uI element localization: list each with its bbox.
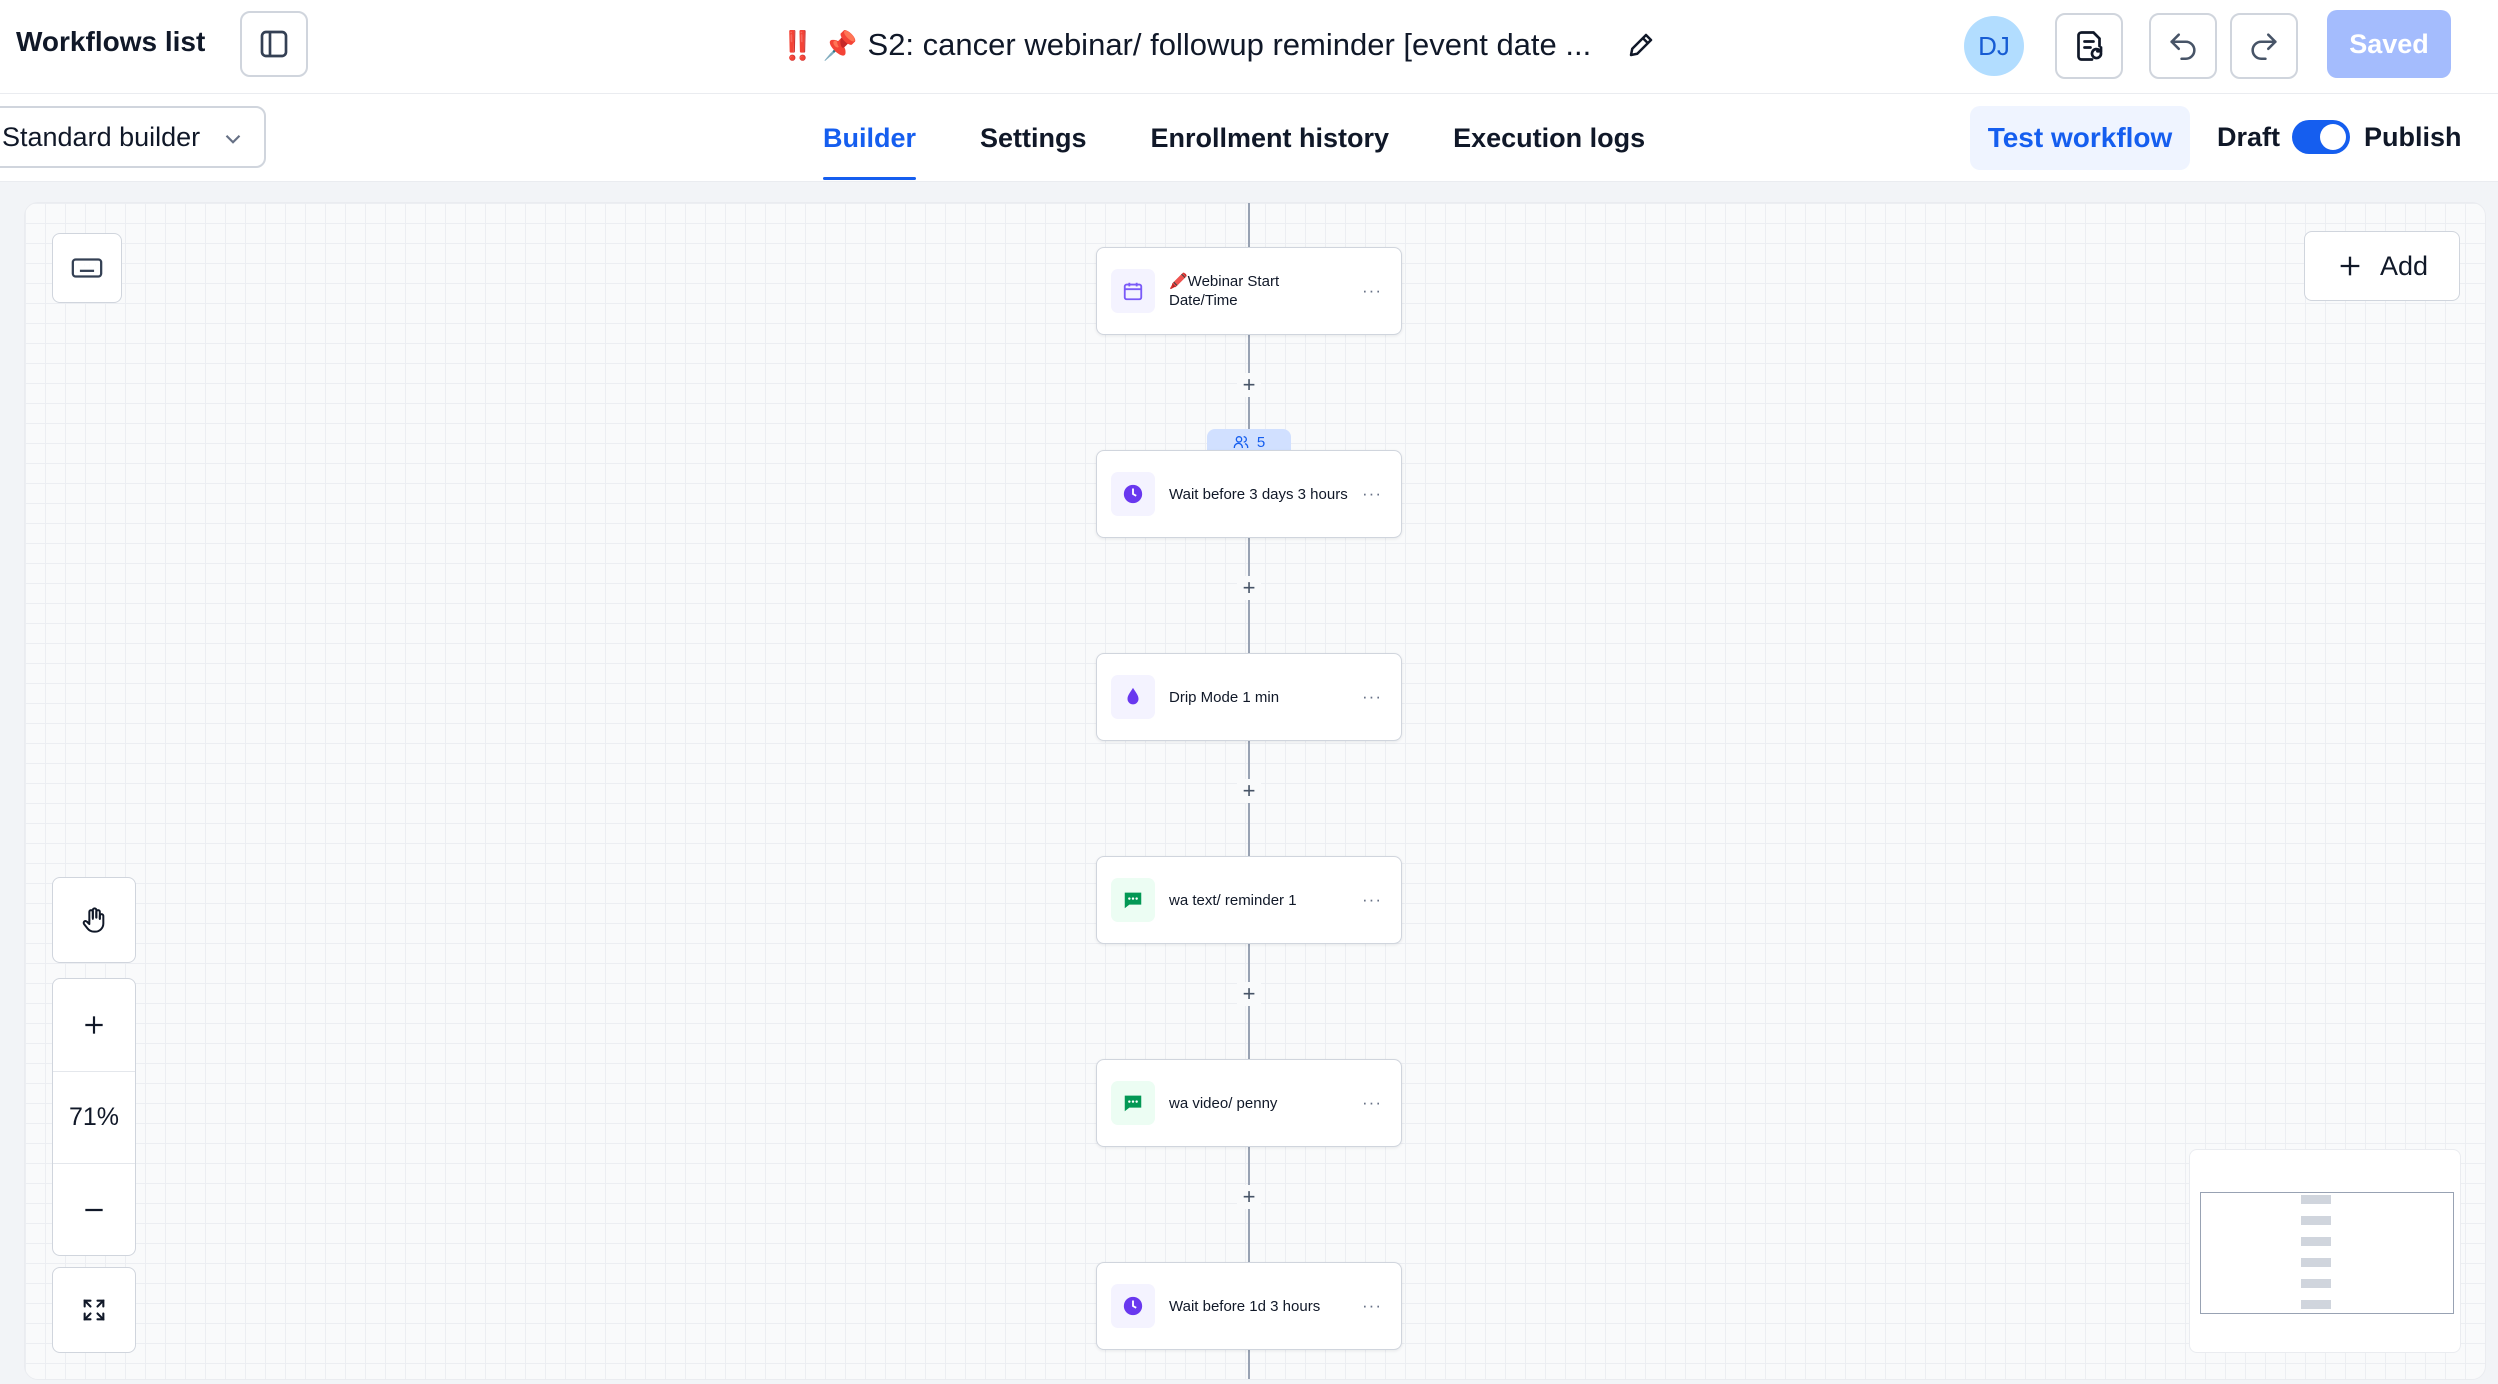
wait-node-3-days[interactable]: Wait before 3 days 3 hours ··· [1096,450,1402,538]
workflow-title-area: ‼️ 📌 S2: cancer webinar/ followup remind… [780,22,1661,68]
keyboard-shortcuts-button[interactable] [52,233,122,303]
whatsapp-video-node[interactable]: wa video/ penny ··· [1096,1059,1402,1147]
add-step-plus-2[interactable]: + [1237,575,1261,600]
node-icon-wrap [1111,269,1155,313]
minimap-node [2301,1237,2331,1246]
node-label: Wait before 3 days 3 hours [1169,485,1348,503]
test-workflow-button[interactable]: Test workflow [1970,106,2190,170]
main-tabs: Builder Settings Enrollment history Exec… [823,94,1709,182]
zoom-out-button[interactable] [53,1163,135,1255]
users-icon [1233,436,1249,448]
node-more-menu[interactable]: ··· [1357,1093,1387,1113]
pan-tool-group [52,877,136,963]
enrollment-count: 5 [1256,433,1266,451]
undo-icon [2170,33,2196,61]
chevron-down-icon [225,134,241,144]
node-label: Wait before 1d 3 hours [1169,1297,1321,1315]
redo-icon [2251,33,2277,61]
node-label: Drip Mode 1 min [1169,688,1280,706]
keyboard-icon [71,258,103,278]
expand-icon [83,1299,105,1321]
workflows-list-link[interactable]: Workflows list [16,26,205,58]
node-more-menu[interactable]: ··· [1357,687,1387,707]
node-more-menu[interactable]: ··· [1357,1296,1387,1316]
version-history-button[interactable] [2055,13,2123,79]
sidebar-panel-icon [260,30,288,58]
builder-type-value: Standard builder [2,121,201,152]
tab-settings[interactable]: Settings [980,94,1087,182]
add-step-plus-4[interactable]: + [1237,981,1261,1006]
zoom-controls: 71% [52,978,136,1256]
title-emoji-icons: ‼️ 📌 [780,29,858,61]
user-avatar[interactable]: DJ [1964,16,2024,76]
wait-node-1-day[interactable]: Wait before 1d 3 hours ··· [1096,1262,1402,1350]
minimap-node [2301,1258,2331,1267]
publish-label: Publish [2364,122,2462,152]
node-label: 🖍️Webinar Start Date/Time [1169,273,1280,309]
pan-button[interactable] [53,878,135,962]
minimap-node [2301,1216,2331,1225]
plus-icon [85,1016,103,1034]
fit-view-button[interactable] [53,1268,135,1352]
minimap-node [2301,1300,2331,1309]
fit-view-group [52,1267,136,1353]
node-icon-wrap [1111,472,1155,516]
sub-toolbar: Standard builder Builder Settings Enroll… [0,94,2498,182]
chat-icon [1124,892,1142,909]
minimap[interactable] [2189,1149,2461,1353]
add-step-plus-3[interactable]: + [1237,778,1261,803]
plus-icon [2340,256,2360,276]
node-more-menu[interactable]: ··· [1357,281,1387,301]
top-bar: Workflows list ‼️ 📌 S2: cancer webinar/ … [0,0,2498,94]
sidebar-toggle-button[interactable] [240,11,308,77]
zoom-level: 71% [53,1071,135,1163]
hand-icon [82,907,105,933]
drop-icon [1127,687,1139,705]
node-more-menu[interactable]: ··· [1357,484,1387,504]
whatsapp-text-node[interactable]: wa text/ reminder 1 ··· [1096,856,1402,944]
calendar-icon [1123,282,1143,301]
workflow-title: S2: cancer webinar/ followup reminder [e… [867,27,1592,62]
node-label: wa text/ reminder 1 [1169,891,1297,909]
node-icon-wrap [1111,1081,1155,1125]
publish-toggle[interactable] [2292,120,2350,154]
minimap-viewport[interactable] [2200,1192,2454,1314]
node-icon-wrap [1111,878,1155,922]
minus-icon [85,1208,103,1211]
add-label: Add [2379,250,2429,281]
draft-label: Draft [2217,122,2281,152]
workflow-canvas[interactable]: Add + + + + + 5 🖍️Webinar Start Date/Tim… [24,202,2486,1380]
clock-icon [1123,484,1143,504]
add-step-plus-5[interactable]: + [1237,1184,1261,1209]
minimap-node [2301,1195,2331,1204]
clock-icon [1123,1296,1143,1316]
node-more-menu[interactable]: ··· [1357,890,1387,910]
tab-enrollment-history[interactable]: Enrollment history [1151,94,1390,182]
redo-button[interactable] [2230,13,2298,79]
add-button[interactable]: Add [2304,231,2460,301]
builder-type-select[interactable]: Standard builder [0,106,266,168]
node-label: wa video/ penny [1169,1094,1278,1112]
node-icon-wrap [1111,675,1155,719]
chat-icon [1124,1095,1142,1112]
document-refresh-icon [2077,31,2103,61]
minimap-node [2301,1279,2331,1288]
saved-button[interactable]: Saved [2327,10,2451,78]
drip-mode-node[interactable]: Drip Mode 1 min ··· [1096,653,1402,741]
add-step-plus-1[interactable]: + [1237,372,1261,397]
node-icon-wrap [1111,1284,1155,1328]
undo-button[interactable] [2149,13,2217,79]
pencil-icon [1629,33,1653,57]
zoom-in-button[interactable] [53,979,135,1071]
trigger-node-webinar-start[interactable]: 🖍️Webinar Start Date/Time ··· [1096,247,1402,335]
tab-builder[interactable]: Builder [823,94,917,182]
edit-title-button[interactable] [1621,25,1661,65]
tab-execution-logs[interactable]: Execution logs [1453,94,1645,182]
